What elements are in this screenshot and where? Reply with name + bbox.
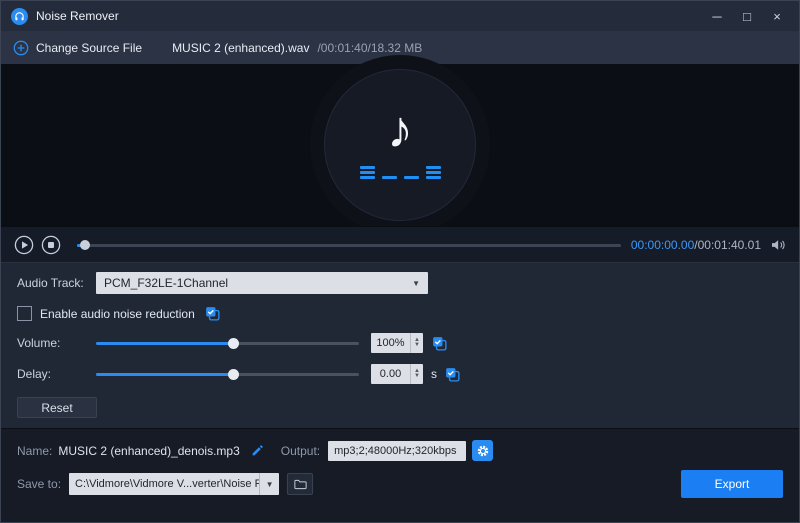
delay-unit: s bbox=[431, 367, 437, 381]
audio-disc: ♪ bbox=[324, 69, 476, 221]
apply-to-all-icon[interactable] bbox=[431, 335, 448, 352]
reset-button[interactable]: Reset bbox=[17, 397, 97, 418]
output-label: Output: bbox=[281, 444, 320, 458]
output-file-name: MUSIC 2 (enhanced)_denois.mp3 bbox=[58, 444, 239, 458]
source-file-name: MUSIC 2 (enhanced).wav bbox=[172, 41, 309, 55]
volume-slider-fill bbox=[96, 342, 233, 345]
add-plus-icon bbox=[13, 40, 29, 56]
playback-time: 00:00:00.00/00:01:40.01 bbox=[631, 238, 761, 252]
reset-row: Reset bbox=[17, 395, 783, 418]
volume-row: Volume: 100% ▲▼ bbox=[17, 333, 783, 353]
delay-slider[interactable] bbox=[96, 368, 359, 380]
source-bar: Change Source File MUSIC 2 (enhanced).wa… bbox=[1, 31, 799, 64]
total-time: /00:01:40.01 bbox=[694, 238, 761, 252]
titlebar: Noise Remover ─ □ × bbox=[1, 1, 799, 31]
delay-label: Delay: bbox=[17, 367, 96, 381]
volume-input[interactable]: 100% ▲▼ bbox=[371, 333, 423, 353]
change-source-file-button[interactable]: Change Source File bbox=[13, 40, 142, 56]
name-label: Name: bbox=[17, 444, 52, 458]
titlebar-left: Noise Remover bbox=[11, 8, 119, 25]
delay-value: 0.00 bbox=[371, 368, 410, 380]
volume-slider[interactable] bbox=[96, 337, 359, 349]
seek-handle[interactable] bbox=[80, 240, 90, 250]
window-title: Noise Remover bbox=[36, 9, 119, 23]
close-button[interactable]: × bbox=[763, 5, 791, 27]
name-output-row: Name: MUSIC 2 (enhanced)_denois.mp3 Outp… bbox=[17, 440, 783, 461]
apply-to-all-icon[interactable] bbox=[204, 305, 221, 322]
volume-label: Volume: bbox=[17, 336, 96, 350]
noise-reduction-checkbox[interactable] bbox=[17, 306, 32, 321]
save-to-path: C:\Vidmore\Vidmore V...verter\Noise Remo… bbox=[69, 473, 259, 495]
chevron-down-icon[interactable]: ▼ bbox=[259, 473, 279, 495]
audio-track-value: PCM_F32LE-1Channel bbox=[104, 276, 228, 290]
open-folder-button[interactable] bbox=[287, 473, 313, 495]
audio-track-label: Audio Track: bbox=[17, 276, 96, 290]
delay-stepper[interactable]: ▲▼ bbox=[410, 364, 423, 384]
export-button[interactable]: Export bbox=[681, 470, 783, 498]
volume-stepper[interactable]: ▲▼ bbox=[410, 333, 423, 353]
noise-reduction-row: Enable audio noise reduction bbox=[17, 305, 783, 322]
play-button[interactable] bbox=[13, 234, 35, 256]
maximize-button[interactable]: □ bbox=[733, 5, 761, 27]
volume-speaker-icon[interactable] bbox=[769, 236, 787, 254]
player-bar: 00:00:00.00/00:01:40.01 bbox=[1, 226, 799, 262]
seek-slider[interactable] bbox=[77, 239, 621, 251]
minimize-button[interactable]: ─ bbox=[703, 5, 731, 27]
save-to-row: Save to: C:\Vidmore\Vidmore V...verter\N… bbox=[17, 470, 783, 498]
noise-reduction-label: Enable audio noise reduction bbox=[40, 307, 195, 321]
delay-input[interactable]: 0.00 ▲▼ bbox=[371, 364, 423, 384]
current-time: 00:00:00.00 bbox=[631, 238, 694, 252]
output-format-field[interactable]: mp3;2;48000Hz;320kbps bbox=[328, 441, 466, 461]
apply-to-all-icon[interactable] bbox=[444, 366, 461, 383]
audio-track-dropdown[interactable]: PCM_F32LE-1Channel ▼ bbox=[96, 272, 428, 294]
window-controls: ─ □ × bbox=[703, 5, 791, 27]
delay-slider-handle[interactable] bbox=[228, 369, 239, 380]
delay-slider-fill bbox=[96, 373, 233, 376]
change-source-label: Change Source File bbox=[36, 41, 142, 55]
save-to-dropdown[interactable]: C:\Vidmore\Vidmore V...verter\Noise Remo… bbox=[69, 473, 279, 495]
save-to-label: Save to: bbox=[17, 477, 61, 491]
delay-row: Delay: 0.00 ▲▼ s bbox=[17, 364, 783, 384]
app-window: Noise Remover ─ □ × Change Source File M… bbox=[0, 0, 800, 523]
stop-button[interactable] bbox=[40, 234, 62, 256]
output-settings-gear-icon[interactable] bbox=[472, 440, 493, 461]
music-note-icon: ♪ bbox=[387, 104, 413, 156]
preview-area: ♪ bbox=[1, 64, 799, 226]
edit-name-pencil-icon[interactable] bbox=[250, 443, 265, 458]
equalizer-icon bbox=[360, 165, 441, 179]
seek-track bbox=[77, 244, 621, 247]
chevron-down-icon: ▼ bbox=[412, 279, 420, 288]
source-file-meta: /00:01:40/18.32 MB bbox=[317, 41, 422, 55]
volume-value: 100% bbox=[371, 337, 410, 349]
controls-panel: Audio Track: PCM_F32LE-1Channel ▼ Enable… bbox=[1, 262, 799, 428]
app-logo-icon bbox=[11, 8, 28, 25]
audio-track-row: Audio Track: PCM_F32LE-1Channel ▼ bbox=[17, 272, 783, 294]
footer-bar: Name: MUSIC 2 (enhanced)_denois.mp3 Outp… bbox=[1, 428, 799, 522]
volume-slider-handle[interactable] bbox=[228, 338, 239, 349]
